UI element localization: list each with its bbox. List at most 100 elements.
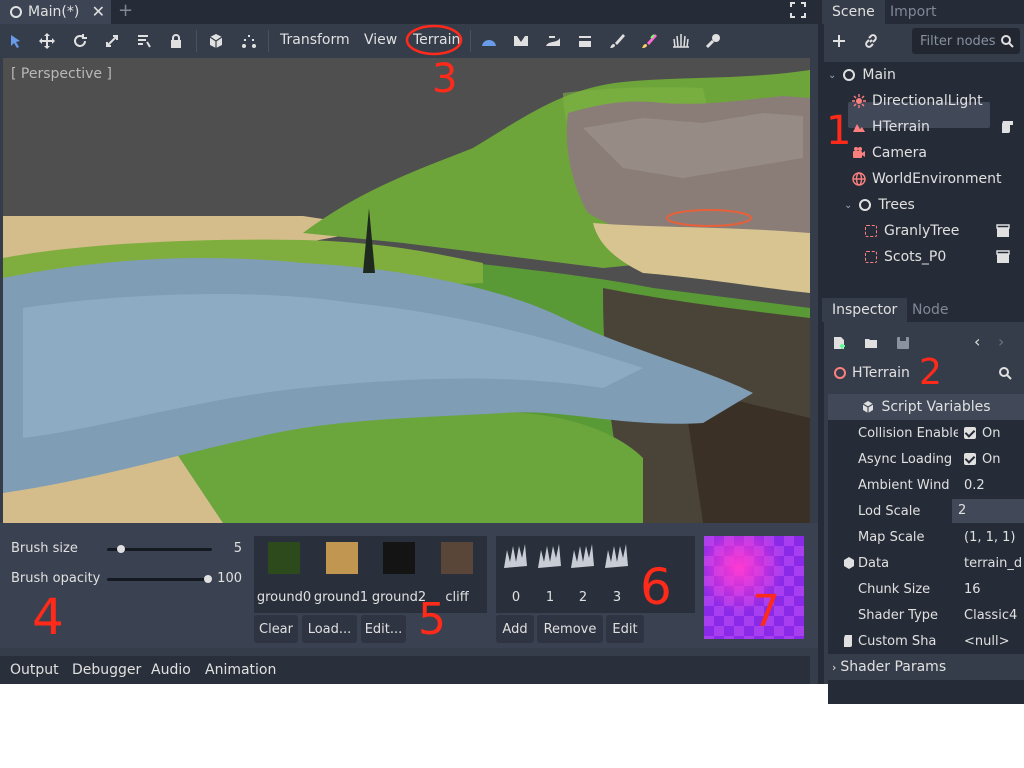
brush-opacity-knob[interactable]: [204, 575, 212, 583]
brush-size-value: 5: [233, 541, 242, 556]
cube-icon[interactable]: [206, 24, 226, 58]
filter-placeholder: Filter nodes: [920, 33, 996, 49]
texture-thumbnail[interactable]: [268, 542, 300, 574]
lower-icon[interactable]: [511, 24, 531, 58]
clapper-icon[interactable]: [996, 250, 1010, 264]
move-icon[interactable]: [37, 24, 57, 58]
texture-thumbnail[interactable]: [383, 542, 415, 574]
snap-icon[interactable]: [239, 24, 259, 58]
brush-size-slider[interactable]: [107, 545, 212, 553]
paint-icon[interactable]: [607, 24, 627, 58]
tree-node-granlytree[interactable]: GranlyTree: [864, 218, 959, 244]
close-icon[interactable]: ✕: [92, 2, 105, 21]
tab-node[interactable]: Node: [902, 298, 959, 322]
tab-animation[interactable]: Animation: [205, 662, 276, 678]
detail-label: 1: [545, 590, 555, 605]
node-label: Camera: [872, 145, 927, 161]
scene-tab-main[interactable]: Main(*) ✕: [0, 0, 111, 24]
search-icon[interactable]: [998, 366, 1012, 380]
scale-icon[interactable]: [102, 24, 122, 58]
3d-viewport[interactable]: [ Perspective ]: [3, 58, 810, 523]
edit-detail-button[interactable]: Edit: [606, 615, 644, 643]
scene-panel: Filter nodes ⌄ Main DirectionalLight HTe…: [824, 24, 1024, 286]
tab-inspector[interactable]: Inspector: [822, 298, 908, 322]
shader-params-section[interactable]: › Shader Params: [828, 654, 1024, 680]
tree-node-scots-p0[interactable]: Scots_P0: [864, 244, 946, 270]
fullscreen-icon[interactable]: [790, 2, 806, 18]
clear-button[interactable]: Clear: [254, 615, 298, 643]
menu-terrain[interactable]: Terrain: [413, 32, 460, 48]
remove-detail-button[interactable]: Remove: [537, 615, 603, 643]
texture-thumbnail[interactable]: [326, 542, 358, 574]
select-icon[interactable]: [6, 24, 26, 58]
texture-thumbnail[interactable]: [441, 542, 473, 574]
script-variables-section[interactable]: Script Variables: [828, 394, 1024, 420]
tree-node-camera[interactable]: Camera: [852, 140, 927, 166]
tool-icon[interactable]: [703, 24, 723, 58]
tab-output[interactable]: Output: [10, 662, 59, 678]
chevron-down-icon[interactable]: ⌄: [844, 200, 852, 211]
tab-scene[interactable]: Scene: [822, 0, 885, 24]
tab-import[interactable]: Import: [880, 0, 946, 24]
tree-node-hterrain[interactable]: HTerrain: [852, 114, 930, 140]
tree-node-directionallight[interactable]: DirectionalLight: [852, 88, 983, 114]
property-row: Async Loading On: [838, 446, 1024, 472]
property-value[interactable]: 0.2: [964, 478, 985, 493]
menu-view[interactable]: View: [364, 32, 397, 48]
section-label: Script Variables: [881, 399, 991, 415]
flatten-icon[interactable]: [575, 24, 595, 58]
detail-icon[interactable]: [671, 24, 691, 58]
new-resource-icon[interactable]: [832, 336, 846, 350]
open-folder-icon[interactable]: [864, 336, 878, 350]
property-value[interactable]: <null>: [964, 634, 1010, 649]
brush-opacity-slider[interactable]: [107, 575, 212, 583]
clapper-icon[interactable]: [996, 224, 1010, 238]
brush-opacity-label: Brush opacity: [11, 571, 101, 586]
tree-node-worldenvironment[interactable]: WorldEnvironment: [852, 166, 1002, 192]
grass-icon[interactable]: [568, 542, 598, 572]
lock-icon[interactable]: [166, 24, 186, 58]
cube-icon: [863, 401, 874, 413]
property-value[interactable]: On: [964, 452, 1000, 467]
toolbar-divider: [268, 30, 269, 52]
property-value[interactable]: Classic4: [964, 608, 1017, 623]
property-value[interactable]: On: [964, 426, 1000, 441]
history-forward-icon[interactable]: ›: [998, 332, 1004, 351]
color-icon[interactable]: [639, 24, 659, 58]
grass-icon[interactable]: [501, 542, 531, 572]
property-name: Lod Scale: [858, 503, 921, 519]
load-button[interactable]: Load...: [302, 615, 357, 643]
checkbox-icon[interactable]: [964, 427, 976, 439]
property-name: Data: [858, 555, 890, 571]
raise-icon[interactable]: [479, 24, 499, 58]
link-icon[interactable]: [864, 34, 878, 48]
grass-icon[interactable]: [535, 542, 565, 572]
chevron-down-icon[interactable]: ⌄: [828, 70, 836, 81]
smooth-icon[interactable]: [543, 24, 563, 58]
perspective-label[interactable]: [ Perspective ]: [11, 66, 112, 82]
script-icon[interactable]: [1000, 120, 1014, 134]
filter-nodes-input[interactable]: Filter nodes: [912, 28, 1020, 54]
add-node-icon[interactable]: [832, 34, 846, 48]
tab-debugger[interactable]: Debugger: [72, 662, 141, 678]
add-tab-button[interactable]: +: [118, 0, 133, 21]
history-back-icon[interactable]: ‹: [974, 332, 980, 351]
brush-size-knob[interactable]: [116, 545, 125, 553]
checkbox-icon[interactable]: [964, 453, 976, 465]
save-icon[interactable]: [896, 336, 910, 350]
toolbar-divider: [470, 30, 471, 52]
property-value[interactable]: terrain_d: [964, 556, 1022, 571]
property-value[interactable]: (1, 1, 1): [964, 530, 1016, 545]
property-value[interactable]: 16: [964, 582, 981, 597]
tree-node-main[interactable]: ⌄ Main: [828, 62, 896, 88]
rotate-icon[interactable]: [70, 24, 90, 58]
grass-icon[interactable]: [602, 542, 632, 572]
tree-node-trees[interactable]: ⌄ Trees: [844, 192, 915, 218]
scene-dock-tabs: Scene Import: [818, 0, 1024, 24]
add-detail-button[interactable]: Add: [496, 615, 534, 643]
tab-audio[interactable]: Audio: [151, 662, 191, 678]
menu-transform[interactable]: Transform: [280, 32, 350, 48]
list-select-icon[interactable]: [134, 24, 154, 58]
edit-texture-button[interactable]: Edit...: [361, 615, 406, 643]
property-value[interactable]: 2: [952, 499, 1024, 523]
